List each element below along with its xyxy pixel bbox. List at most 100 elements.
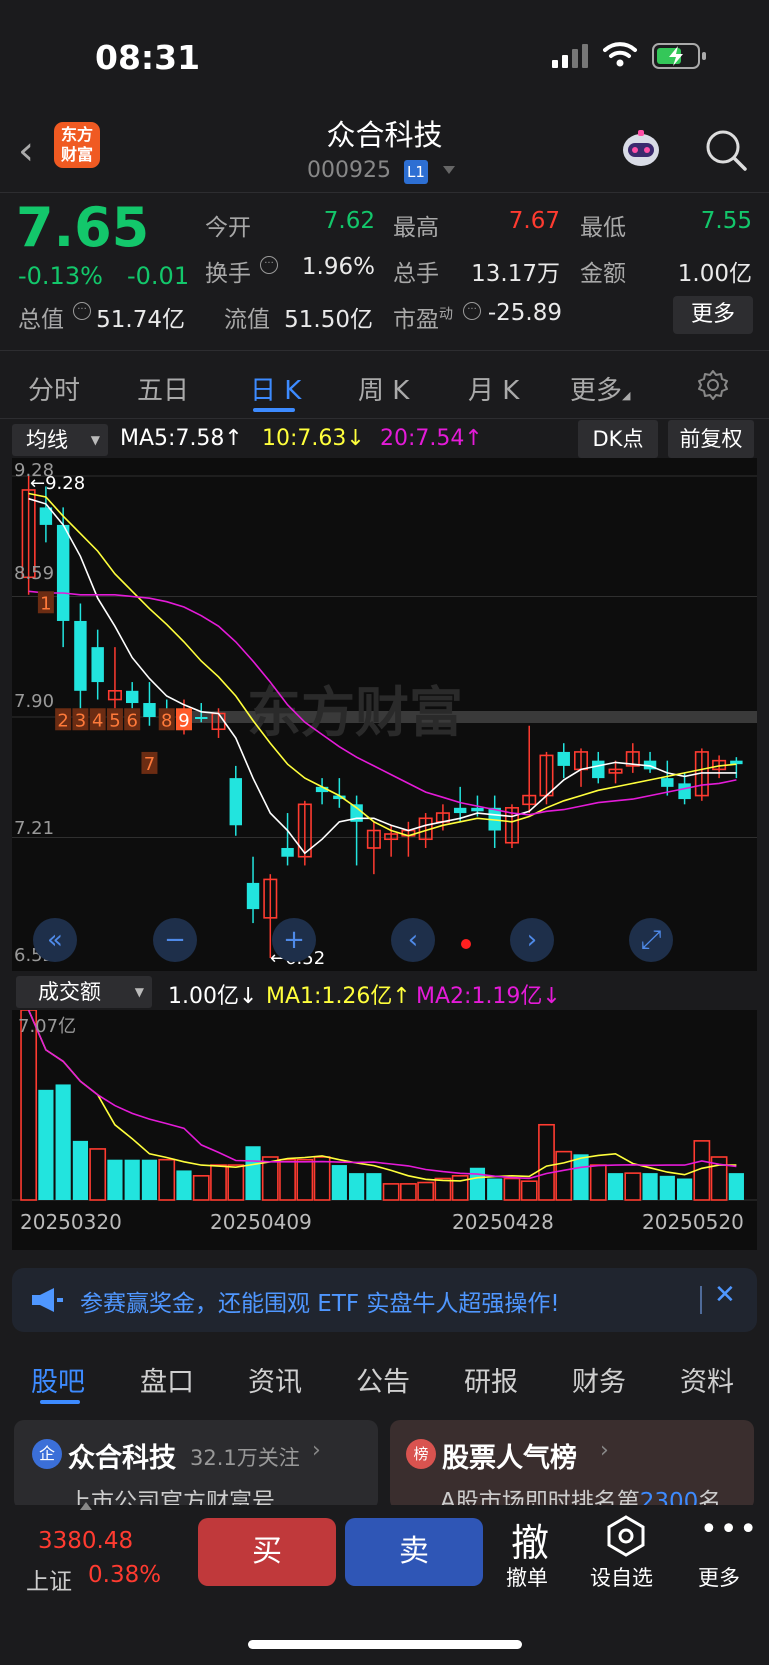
volume-bar [434,1177,452,1201]
volume-bar [538,1123,555,1201]
tab-2[interactable]: 日 K [250,370,301,407]
adjust-price-button[interactable]: 前复权 [668,420,754,458]
candle-body [195,717,208,719]
cancel-order-label[interactable]: 撤单 [506,1562,548,1592]
quote-value: 7.62 [323,208,375,234]
wifi-icon [603,42,637,67]
volume-bar [676,1178,693,1200]
robot-assistant-icon[interactable] [618,128,664,172]
candle-body [74,620,87,691]
fullscreen-icon[interactable]: ⤢ [629,918,673,962]
battery-charging-icon [652,43,706,69]
chevron-left-icon[interactable]: ‹ [391,918,435,962]
quote-value: 51.50亿 [284,307,373,333]
zoom-out-icon[interactable]: − [153,918,197,962]
volume-indicator-select[interactable]: 成交额 ▼ [16,976,152,1008]
candle-body [592,760,605,779]
volume-bar [210,1164,227,1201]
settings-gear-icon[interactable] [696,368,730,402]
status-time: 08:31 [95,38,201,77]
volume-bar [141,1159,158,1200]
ma10-value: 10:7.63↓ [262,426,365,451]
volume-bar [520,1180,538,1201]
quote-value: 7.55 [700,208,752,234]
axis-label-2: 8.59 [14,563,55,584]
chevron-down-icon[interactable] [443,166,455,174]
chevron-right-icon[interactable]: › [510,918,554,962]
nine-turn-count: 4 [92,710,103,731]
ma20-value: 20:7.54↑ [380,426,483,451]
volume-bar [107,1159,123,1200]
quote-label: 金额 [580,261,626,287]
home-indicator [248,1640,522,1649]
volume-bar [72,1140,89,1200]
close-icon[interactable]: ✕ [714,1280,736,1310]
tab-5[interactable]: 更多◢ [570,370,630,407]
kline-chart[interactable]: 东方财富 1 2 3 4 5 6 7 8 9 [12,458,757,971]
volume-bar [158,1158,176,1201]
candle-body [730,760,743,765]
tab-4[interactable]: 月 K [468,370,519,407]
volume-bar [659,1175,675,1200]
megaphone-icon [32,1288,63,1312]
stock-code[interactable]: 000925 [307,158,391,183]
quote-value: 13.17万 [471,261,560,287]
volume-bar [417,1181,435,1201]
chevron-up-icon[interactable] [80,1502,92,1510]
index-value[interactable]: 3380.48 [38,1528,133,1554]
ranking-badge-icon: 榜 [406,1439,436,1469]
index-name[interactable]: 上证 [26,1562,72,1596]
nine-turn-count: 3 [75,710,86,731]
volume-current: 1.00亿↓ [168,984,258,1009]
candle-body [56,524,70,621]
tab-1[interactable]: 五日 [137,370,189,407]
info-tab-6[interactable]: 资料 [680,1360,734,1399]
dk-point-button[interactable]: DK点 [578,420,658,458]
volume-bar [642,1173,658,1200]
change-percent: -0.13% [18,262,103,290]
chevron-right-icon: › [600,1438,609,1463]
cancel-order-icon[interactable]: 撤 [508,1512,552,1567]
zoom-in-icon[interactable]: + [272,918,316,962]
volume-bar [296,1158,314,1201]
volume-bar [607,1173,624,1200]
volume-ma1: MA1:1.26亿↑ [266,984,411,1009]
candle-body [557,751,570,766]
nine-turn-count: 9 [178,710,189,731]
quote-value: 1.00亿 [677,261,752,287]
info-tab-4[interactable]: 研报 [464,1360,518,1399]
info-tab-0[interactable]: 股吧 [31,1360,85,1399]
volume-bar [503,1177,521,1201]
rewind-icon[interactable]: « [33,918,77,962]
info-tab-3[interactable]: 公告 [356,1360,410,1399]
add-watchlist-icon[interactable] [604,1514,648,1558]
tab-0[interactable]: 分时 [28,370,80,407]
more-menu-label[interactable]: 更多 [698,1562,740,1592]
info-tab-1[interactable]: 盘口 [140,1360,194,1399]
indicator-select[interactable]: 均线 ▼ [12,424,108,456]
date-label-4: 20250520 [642,1210,744,1234]
level-badge[interactable]: L1 [404,160,428,184]
quote-value: 51.74亿 [96,307,185,333]
volume-bar [487,1178,503,1200]
volume-bar [331,1165,347,1200]
candle-body [281,847,294,857]
candle-body [91,647,104,683]
more-dots-icon[interactable]: ••• [700,1512,759,1547]
quote-more-button[interactable]: 更多 [673,296,753,334]
search-icon[interactable] [704,128,748,172]
volume-max-label: 7.07亿 [18,1016,77,1037]
info-tab-2[interactable]: 资讯 [248,1360,302,1399]
sell-button[interactable]: 卖 [345,1518,483,1586]
company-badge-icon: 企 [32,1439,62,1469]
info-tab-5[interactable]: 财务 [572,1360,626,1399]
nine-turn-count: 1 [40,593,51,614]
volume-ma2-line [27,1010,737,1180]
watermark: 东方财富 [247,681,463,744]
tab-3[interactable]: 周 K [358,370,409,407]
company-followers: 32.1万关注 [190,1446,300,1470]
buy-button[interactable]: 买 [198,1518,336,1586]
index-change[interactable]: 0.38% [88,1562,161,1588]
volume-bar [55,1084,71,1200]
add-watchlist-label[interactable]: 设自选 [590,1562,653,1592]
